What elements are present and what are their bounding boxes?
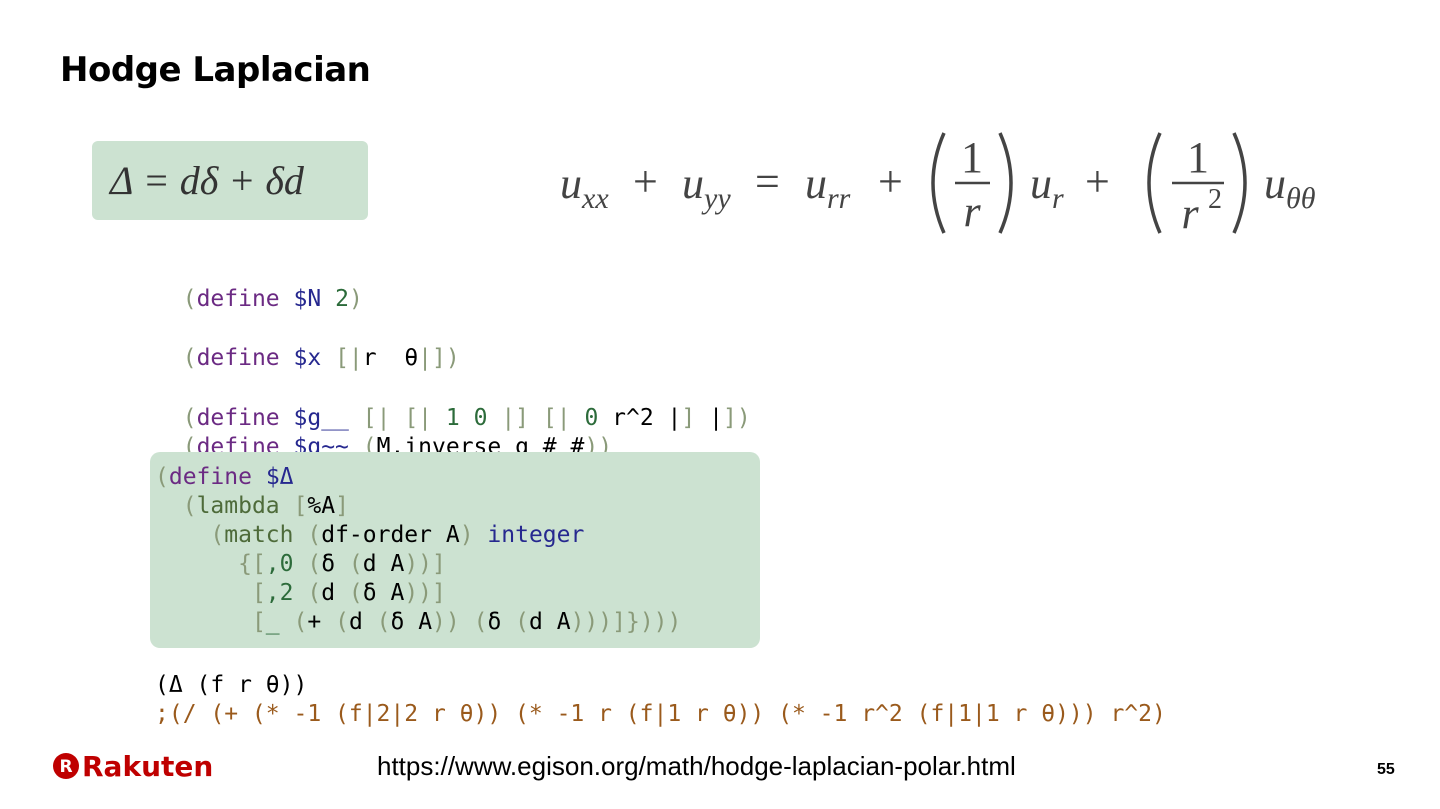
- subscript-theta-theta: θθ: [1286, 182, 1316, 215]
- polar-laplacian-equation: u xx + u yy = u rr + 1 r u r + 1 r 2 u θ…: [560, 132, 1316, 238]
- code-line-comment: ;(/ (+ (* -1 (f|2|2 r θ)) (* -1 r (f|1 r…: [155, 701, 1166, 727]
- code-line-match: (match (df-order A) integer: [210, 522, 585, 548]
- term-u: u: [1264, 159, 1286, 208]
- code-line-define-delta: (define $Δ: [155, 464, 294, 490]
- svg-text:Rakuten: Rakuten: [82, 750, 213, 782]
- plus-sign: +: [633, 157, 658, 206]
- term-u: u: [1030, 159, 1052, 208]
- source-url[interactable]: https://www.egison.org/math/hodge-laplac…: [377, 751, 1016, 782]
- left-paren-icon: [1147, 132, 1162, 234]
- subscript-r: r: [1052, 182, 1064, 215]
- svg-text:R: R: [59, 757, 72, 777]
- slide-title: Hodge Laplacian: [60, 50, 371, 90]
- plus-sign: +: [1085, 157, 1110, 206]
- page-number: 55: [1377, 761, 1395, 778]
- fraction-numerator: 1: [961, 133, 983, 182]
- term-u: u: [805, 159, 827, 208]
- exponent-2: 2: [1208, 184, 1222, 215]
- hodge-laplacian-formula: Δ = dδ + δd: [110, 158, 304, 203]
- code-line-define-x: (define $x [|r θ|]): [182, 345, 460, 371]
- code-line-clause-0: {[,0 (δ (d A))]: [238, 551, 446, 577]
- code-line-clause-default: [_ (+ (d (δ A)) (δ (d A)))]}))): [251, 609, 682, 635]
- term-u: u: [682, 159, 704, 208]
- subscript-xx: xx: [581, 182, 609, 215]
- subscript-rr: rr: [827, 182, 851, 215]
- term-u: u: [560, 159, 582, 208]
- code-line-clause-2: [,2 (d (δ A))]: [251, 580, 446, 606]
- right-paren-icon: [1232, 132, 1247, 234]
- left-paren-icon: [931, 132, 946, 234]
- code-line-lambda: (lambda [%A]: [182, 493, 349, 519]
- fraction-denominator: r: [963, 187, 981, 236]
- code-line-define-N: (define $N 2): [182, 286, 363, 312]
- rakuten-logo: R Rakuten: [53, 750, 213, 782]
- code-line-call: (Δ (f r θ)): [155, 672, 308, 698]
- plus-sign: +: [878, 157, 903, 206]
- fraction-denominator: r: [1181, 189, 1199, 238]
- subscript-yy: yy: [701, 182, 731, 215]
- equals-sign: =: [755, 157, 780, 206]
- right-paren-icon: [998, 132, 1013, 234]
- fraction-numerator: 1: [1187, 133, 1209, 182]
